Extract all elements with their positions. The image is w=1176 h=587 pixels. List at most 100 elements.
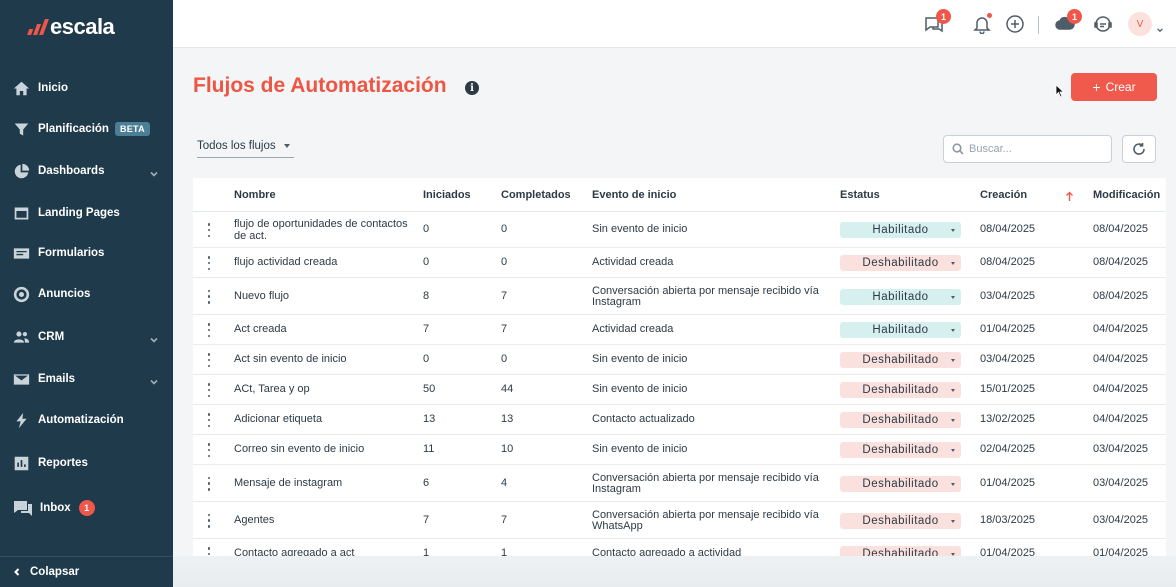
flow-name: Act sin evento de inicio bbox=[234, 353, 347, 365]
info-icon[interactable]: i bbox=[465, 81, 479, 95]
status-dropdown[interactable]: Habilitado bbox=[840, 222, 961, 238]
column-header-nombre[interactable]: Nombre bbox=[234, 189, 276, 201]
sidebar-item-label: Anuncios bbox=[38, 288, 91, 300]
chat-notifications-button[interactable]: 1 bbox=[923, 9, 951, 35]
create-button[interactable]: + Crear bbox=[1071, 73, 1157, 101]
sidebar-item-inbox[interactable]: Inbox 1 bbox=[0, 490, 173, 526]
status-dropdown[interactable]: Deshabilitado bbox=[840, 512, 961, 529]
completed-count: 0 bbox=[501, 223, 508, 235]
row-actions-menu[interactable] bbox=[204, 476, 214, 491]
table-row[interactable]: Mensaje de instagram 6 4 Conversación abier… bbox=[193, 465, 1166, 502]
notification-dot bbox=[987, 13, 992, 18]
table-row[interactable]: Adicionar etiqueta 13 13 Contacto actualiza… bbox=[193, 405, 1166, 435]
status-dropdown[interactable]: Deshabilitado bbox=[840, 255, 961, 271]
started-count: 0 bbox=[423, 223, 430, 235]
modified-date: 08/04/2025 bbox=[1093, 256, 1149, 268]
plus-icon: + bbox=[1092, 79, 1101, 95]
table-row[interactable]: Correo sin evento de inicio 11 10 Sin event… bbox=[193, 435, 1166, 465]
start-event: Sin evento de inicio bbox=[592, 223, 688, 235]
row-actions-menu[interactable] bbox=[204, 547, 214, 556]
sidebar-item-label: Automatización bbox=[38, 414, 124, 426]
sidebar-item-dashboards[interactable]: Dashboards bbox=[0, 153, 173, 189]
row-actions-menu[interactable] bbox=[204, 383, 214, 397]
sidebar-item-reportes[interactable]: Reportes bbox=[0, 445, 173, 481]
row-actions-menu[interactable] bbox=[204, 256, 214, 270]
start-event: Contacto actualizado bbox=[592, 413, 695, 425]
sidebar-item-label: Inicio bbox=[38, 82, 69, 94]
row-actions-menu[interactable] bbox=[204, 353, 214, 367]
status-dropdown[interactable]: Deshabilitado bbox=[840, 442, 961, 458]
sidebar-item-planificacion[interactable]: Planificación BETA bbox=[0, 111, 173, 147]
add-button[interactable] bbox=[1004, 13, 1026, 35]
sidebar-item-label: Planificación bbox=[38, 123, 109, 135]
caret-down-icon bbox=[951, 329, 955, 332]
search-input[interactable] bbox=[969, 143, 1109, 155]
chevron-down-icon[interactable] bbox=[1156, 21, 1164, 33]
caret-down-icon bbox=[951, 359, 955, 362]
start-event: Actividad creada bbox=[592, 323, 674, 335]
flow-name: flujo actividad creada bbox=[234, 256, 338, 268]
sidebar-item-landing-pages[interactable]: Landing Pages bbox=[0, 195, 173, 231]
sidebar-item-automatizacion[interactable]: Automatización bbox=[0, 402, 173, 438]
flows-filter-dropdown[interactable]: Todos los flujos bbox=[197, 140, 294, 158]
status-label: Deshabilitado bbox=[862, 354, 939, 366]
table-row[interactable]: flujo actividad creada 0 0 Actividad creada… bbox=[193, 248, 1166, 278]
plus-circle-icon bbox=[1006, 15, 1024, 33]
table-row[interactable]: Act creada 7 7 Actividad creada Habilitado 01… bbox=[193, 315, 1166, 345]
table-row[interactable]: Nuevo flujo 8 7 Conversación abierta por me… bbox=[193, 278, 1166, 315]
support-chat-button[interactable] bbox=[1092, 13, 1114, 35]
notifications-button[interactable] bbox=[971, 13, 993, 35]
table-row[interactable]: Contacto agregado a act 1 1 Contacto agrega… bbox=[193, 539, 1166, 556]
row-actions-menu[interactable] bbox=[204, 289, 214, 304]
column-header-iniciados[interactable]: Iniciados bbox=[423, 189, 471, 201]
chevron-left-icon bbox=[14, 568, 20, 576]
sidebar-item-inicio[interactable]: Inicio bbox=[0, 70, 173, 106]
status-dropdown[interactable]: Deshabilitado bbox=[840, 475, 961, 492]
created-date: 08/04/2025 bbox=[980, 256, 1036, 268]
column-header-completados[interactable]: Completados bbox=[501, 189, 571, 201]
table-row[interactable]: ACt, Tarea y op 50 44 Sin evento de inicio D… bbox=[193, 375, 1166, 405]
created-date: 01/04/2025 bbox=[980, 476, 1036, 489]
collapse-sidebar-button[interactable]: Colapsar bbox=[0, 556, 173, 587]
sidebar-item-anuncios[interactable]: Anuncios bbox=[0, 276, 173, 312]
bolt-icon bbox=[12, 411, 30, 429]
start-event: Conversación abierta por mensaje recibid… bbox=[592, 471, 819, 495]
sidebar-item-crm[interactable]: CRM bbox=[0, 319, 173, 355]
status-dropdown[interactable]: Deshabilitado bbox=[840, 546, 961, 556]
table-row[interactable]: Act sin evento de inicio 0 0 Sin evento de … bbox=[193, 345, 1166, 375]
sidebar-item-formularios[interactable]: Formularios bbox=[0, 235, 173, 271]
status-dropdown[interactable]: Habilitado bbox=[840, 288, 961, 305]
modified-date: 08/04/2025 bbox=[1093, 223, 1149, 235]
row-actions-menu[interactable] bbox=[204, 323, 214, 337]
sidebar-item-emails[interactable]: Emails bbox=[0, 361, 173, 397]
search-icon bbox=[952, 143, 964, 155]
table-row[interactable]: flujo de oportunidades de contactos de a… bbox=[193, 212, 1166, 248]
status-dropdown[interactable]: Deshabilitado bbox=[840, 412, 961, 428]
status-dropdown[interactable]: Deshabilitado bbox=[840, 352, 961, 368]
column-header-creacion[interactable]: Creación bbox=[980, 189, 1027, 201]
status-dropdown[interactable]: Habilitado bbox=[840, 322, 961, 338]
completed-count: 44 bbox=[501, 383, 514, 395]
column-header-estatus[interactable]: Estatus bbox=[840, 189, 880, 201]
caret-down-icon bbox=[951, 419, 955, 422]
sidebar-item-label: Emails bbox=[38, 373, 76, 385]
chevron-down-icon bbox=[149, 166, 159, 177]
caret-down-icon bbox=[951, 449, 955, 452]
row-actions-menu[interactable] bbox=[204, 413, 214, 427]
escala-logo[interactable]: escala bbox=[27, 14, 115, 40]
row-actions-menu[interactable] bbox=[204, 223, 214, 237]
search-box[interactable] bbox=[943, 135, 1112, 163]
table-row[interactable]: Agentes 7 7 Conversación abierta por mensaj… bbox=[193, 502, 1166, 539]
form-icon bbox=[12, 244, 30, 262]
user-avatar[interactable]: V bbox=[1128, 12, 1152, 36]
column-header-modificacion[interactable]: Modificación bbox=[1093, 189, 1160, 201]
column-header-evento[interactable]: Evento de inicio bbox=[592, 189, 676, 201]
cloud-sync-button[interactable]: 1 bbox=[1054, 9, 1082, 35]
started-count: 6 bbox=[423, 476, 430, 489]
refresh-button[interactable] bbox=[1122, 135, 1156, 163]
status-label: Deshabilitado bbox=[862, 257, 939, 269]
status-dropdown[interactable]: Deshabilitado bbox=[840, 382, 961, 398]
sort-arrow-up-icon[interactable] bbox=[1065, 189, 1074, 201]
row-actions-menu[interactable] bbox=[204, 513, 214, 528]
row-actions-menu[interactable] bbox=[204, 443, 214, 457]
